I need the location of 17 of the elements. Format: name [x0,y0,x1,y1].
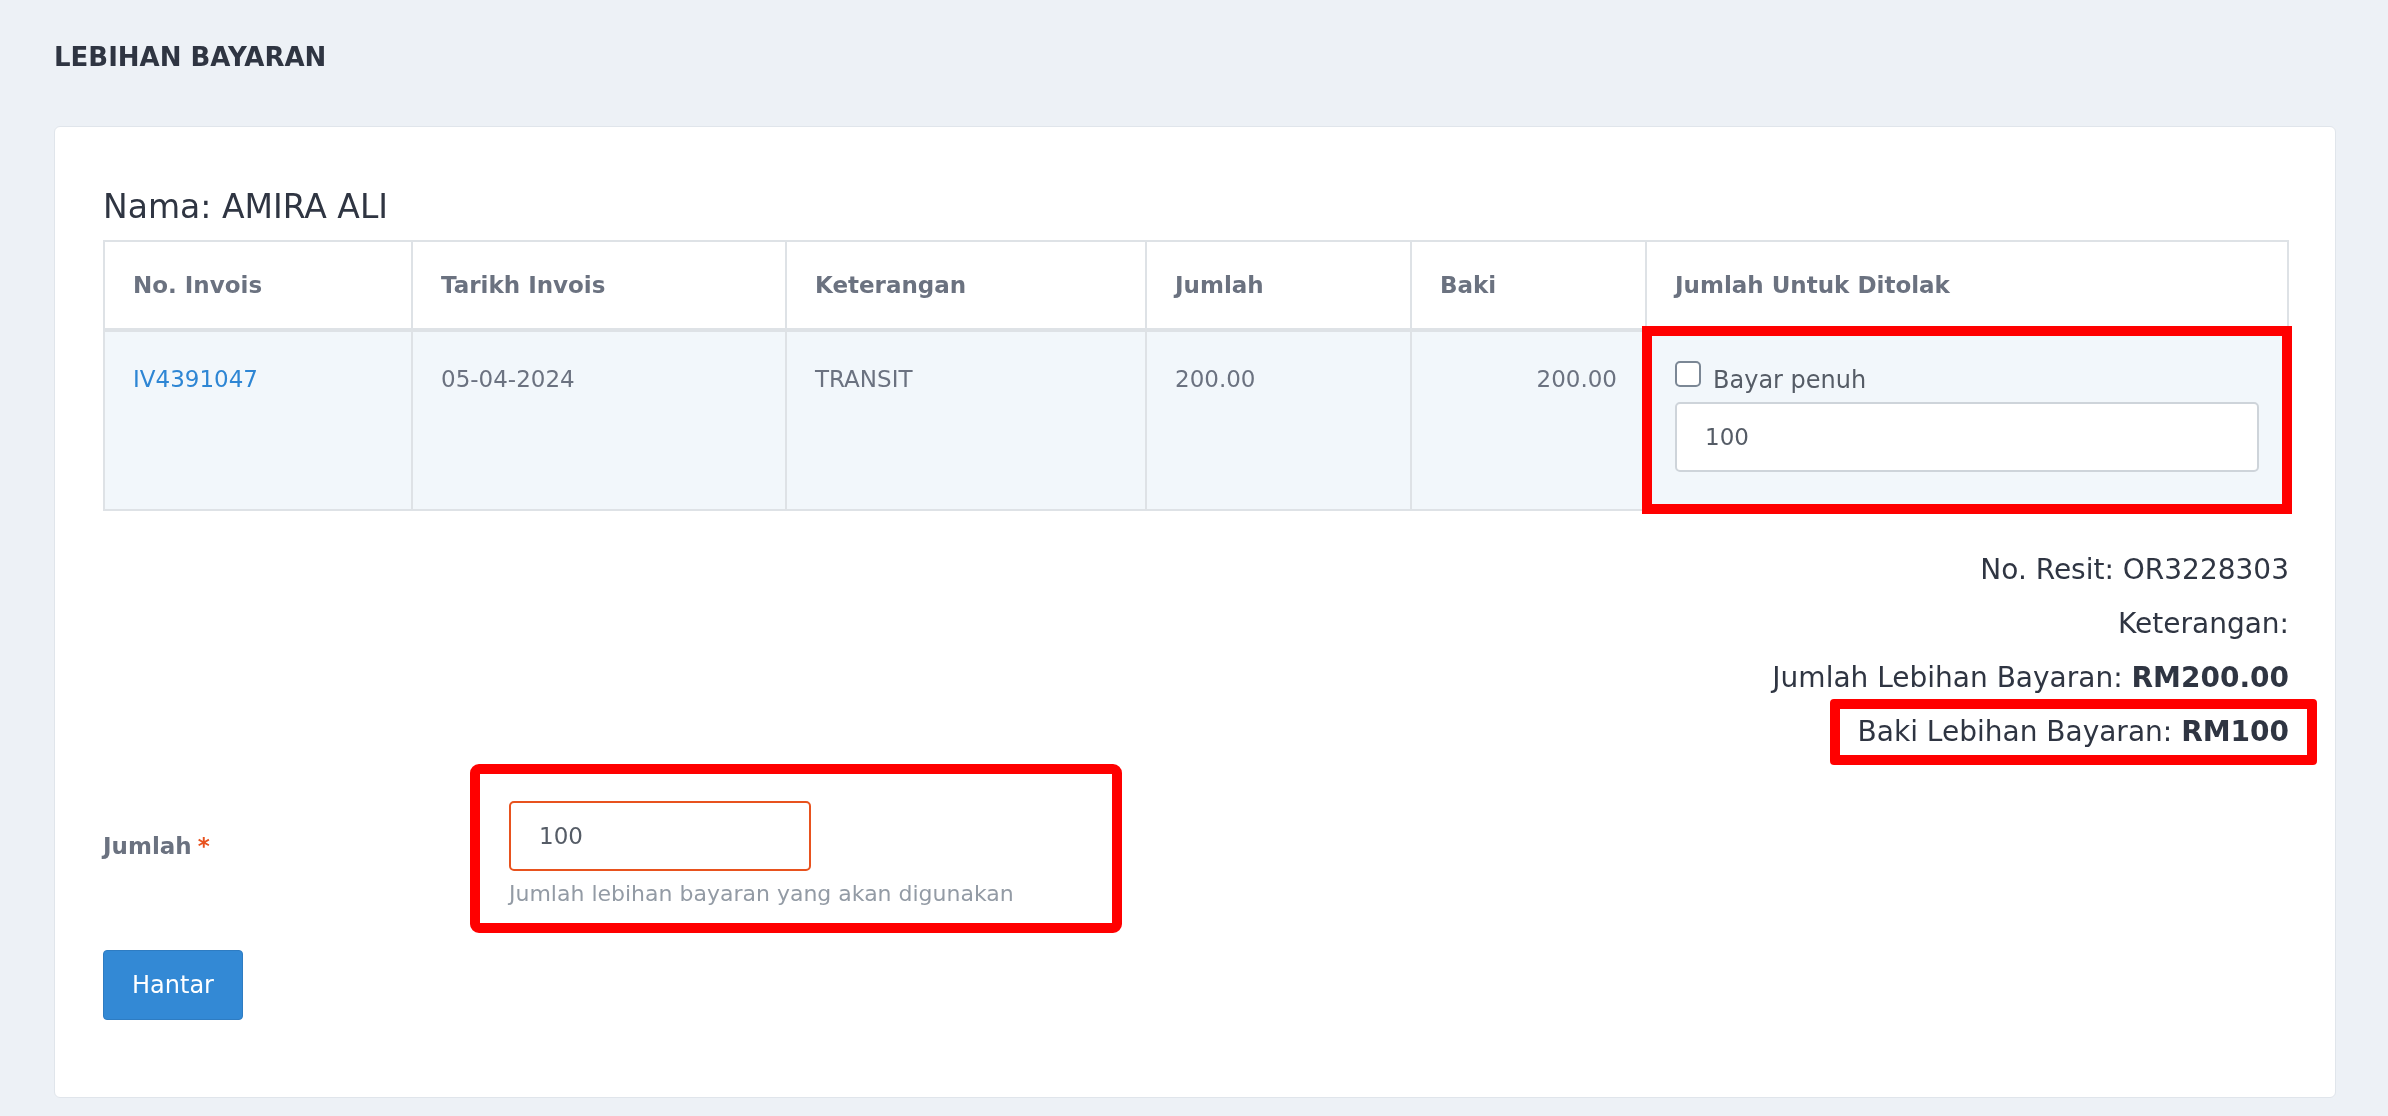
page-title: LEBIHAN BAYARAN [54,42,328,74]
summary-line: No. Resit: OR3228303 [1980,553,2289,587]
amount-input[interactable]: 100 [509,801,811,871]
summary-line: Jumlah Lebihan Bayaran: RM200.00 [1772,661,2289,695]
invoice-link[interactable]: IV4391047 [133,366,258,392]
checkbox-label: Bayar penuh [1713,366,1867,394]
required-mark: * [197,833,210,861]
table-cell: TRANSIT [786,330,1146,510]
table-cell: 05-04-2024 [412,330,786,510]
summary-line: Keterangan: [2118,607,2289,641]
input-field[interactable]: 100 [1675,402,2259,472]
table-cell: 200.00 [1146,330,1411,510]
submit-button[interactable]: Hantar [103,950,243,1020]
help-text: Jumlah lebihan bayaran yang akan digunakan [509,881,1015,906]
checkbox[interactable] [1675,361,1701,387]
field-label: Jumlah [103,833,192,861]
customer-name: Nama: AMIRA ALI [103,187,389,226]
